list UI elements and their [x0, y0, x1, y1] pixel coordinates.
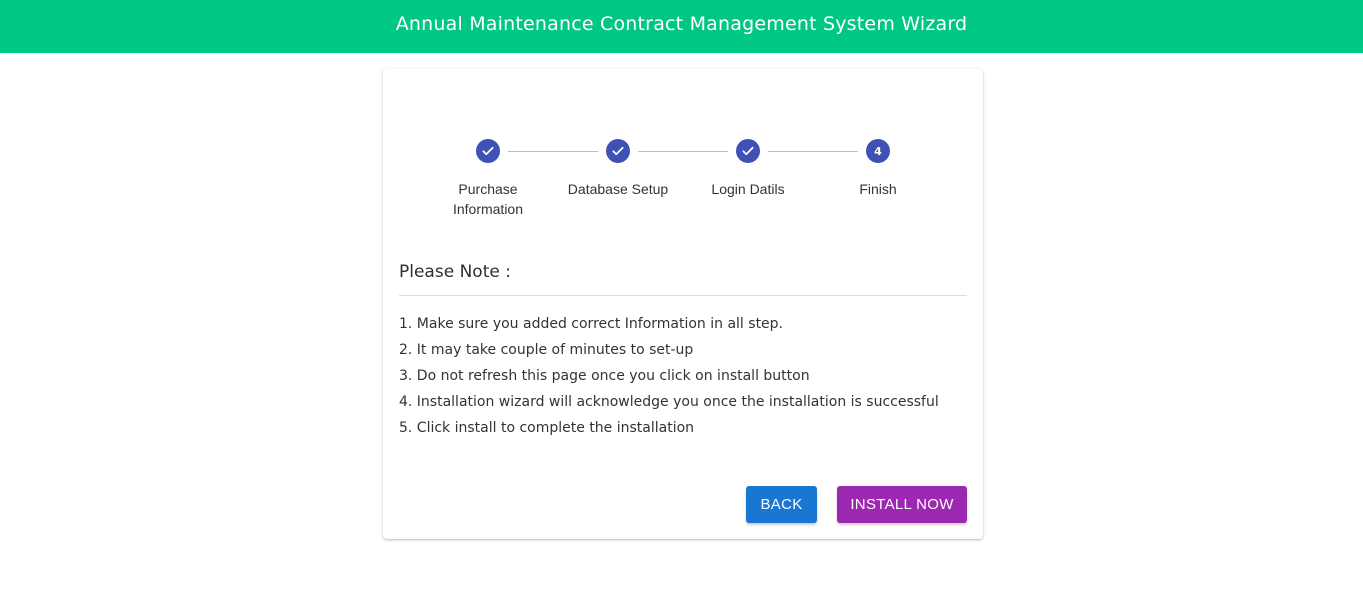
notes-list: 1. Make sure you added correct Informati…	[399, 311, 939, 441]
page-title: Annual Maintenance Contract Management S…	[395, 12, 968, 35]
list-item: 3. Do not refresh this page once you cli…	[399, 368, 810, 384]
step-purchase-information[interactable]: Purchase Information	[423, 127, 553, 219]
step-database-setup[interactable]: Database Setup	[553, 127, 683, 199]
check-icon	[612, 146, 624, 156]
list-item: 1. Make sure you added correct Informati…	[399, 316, 784, 332]
step-label: Database Setup	[567, 181, 669, 197]
top-header-bar: Annual Maintenance Contract Management S…	[0, 0, 1363, 53]
stepper: Purchase Information Database Setup Logi…	[383, 69, 983, 229]
step-label: Purchase Information	[452, 181, 524, 217]
check-icon	[742, 146, 754, 156]
wizard-card: Purchase Information Database Setup Logi…	[383, 69, 983, 539]
list-item: 5. Click install to complete the install…	[399, 420, 695, 436]
step-completed-badge	[606, 139, 630, 163]
step-completed-badge	[736, 139, 760, 163]
step-label: Finish	[859, 181, 897, 197]
list-item: 2. It may take couple of minutes to set-…	[399, 342, 694, 358]
step-finish[interactable]: 4 Finish	[813, 127, 943, 199]
note-heading: Please Note :	[399, 262, 511, 282]
back-button[interactable]: BACK	[746, 486, 817, 523]
step-login-details[interactable]: Login Datils	[683, 127, 813, 199]
check-icon	[482, 146, 494, 156]
step-label: Login Datils	[711, 181, 785, 197]
list-item: 4. Installation wizard will acknowledge …	[399, 394, 939, 410]
divider	[399, 295, 967, 296]
install-now-button[interactable]: INSTALL NOW	[837, 486, 967, 523]
step-completed-badge	[476, 139, 500, 163]
step-number-badge: 4	[866, 139, 890, 163]
